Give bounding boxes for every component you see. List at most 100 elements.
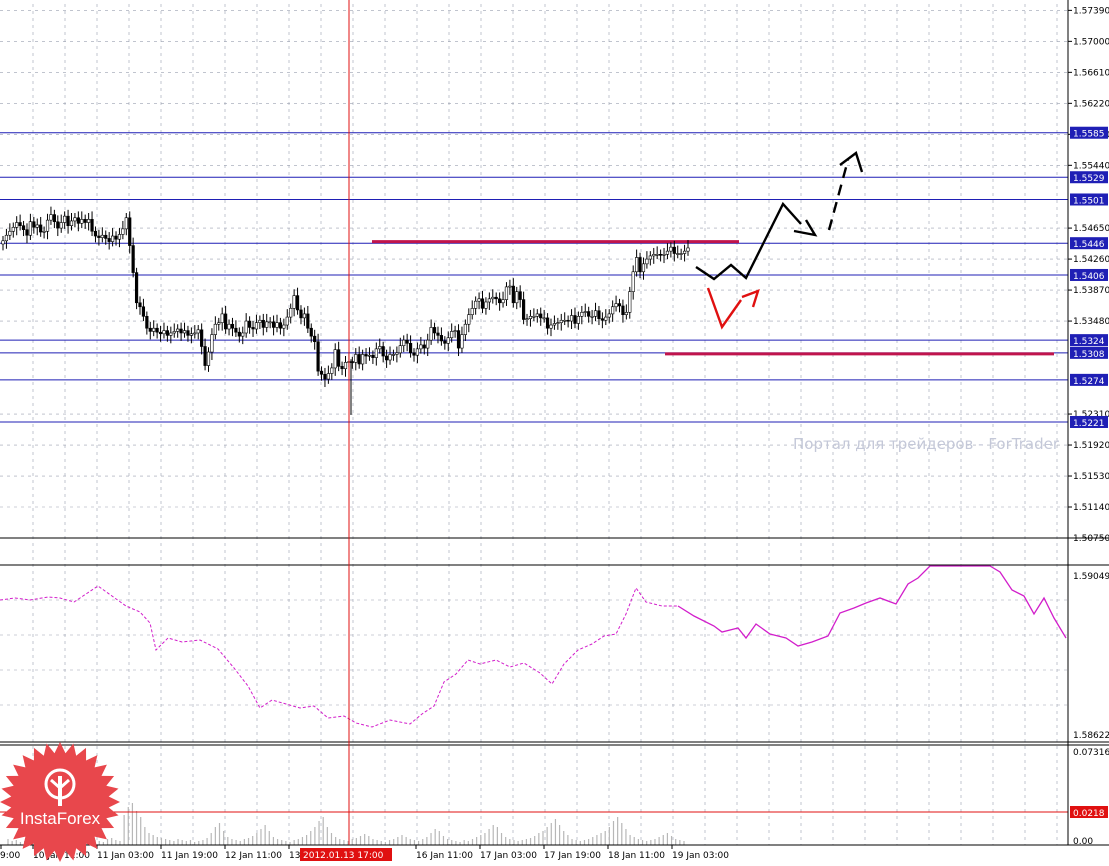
candle-body: [227, 323, 231, 330]
candle-body: [152, 327, 156, 332]
candle-body: [621, 305, 625, 316]
candle-body: [330, 367, 334, 374]
candle-body: [412, 352, 416, 356]
candle-body: [313, 335, 317, 343]
candle-body: [241, 332, 245, 337]
candle-body: [426, 339, 430, 349]
candle-body: [624, 312, 628, 316]
price-tick-label: 1.57390: [1073, 6, 1109, 16]
time-tick-label: 11 Jan 19:00: [161, 851, 218, 861]
candle-body: [21, 225, 26, 230]
candlesticks: [1, 206, 690, 415]
candle-body: [155, 327, 159, 333]
crosshair: 2012.01.13 17:00: [300, 0, 392, 861]
candle-body: [189, 333, 193, 336]
price-tick-label: 1.53870: [1073, 286, 1109, 296]
candle-body: [107, 238, 111, 242]
candle-body: [165, 330, 170, 336]
time-tick-label: 17 Jan 19:00: [544, 851, 601, 861]
level-tag-label: 1.5308: [1073, 350, 1105, 360]
candle-body: [193, 332, 197, 335]
candle-body: [128, 217, 132, 246]
candle-body: [97, 235, 101, 238]
candle-body: [80, 219, 84, 224]
price-tick-label: 1.53480: [1073, 317, 1109, 327]
candle-body: [145, 315, 149, 329]
candle-body: [343, 362, 348, 370]
candle-body: [539, 313, 543, 319]
candle-body: [614, 303, 618, 308]
volume-axis-bottom: 0.00: [1073, 837, 1093, 847]
candle-body: [501, 299, 505, 304]
candle-body: [611, 306, 615, 315]
candle-body: [213, 323, 217, 335]
candle-body: [237, 331, 241, 337]
candle-body: [580, 312, 584, 317]
candle-body: [28, 221, 33, 236]
candle-body: [261, 319, 265, 328]
candle-body: [333, 349, 337, 369]
candle-body: [682, 250, 687, 254]
level-tag-label: 1.5501: [1073, 196, 1105, 206]
price-tick-label: 1.51920: [1073, 441, 1109, 451]
brand-name: InstaForex: [20, 809, 101, 828]
price-tick-label: 1.50750: [1073, 534, 1109, 544]
instaforex-logo[interactable]: InstaForex: [0, 740, 120, 864]
time-tick-label: 18 Jan 11:00: [608, 851, 665, 861]
candle-body: [278, 322, 283, 329]
level-tag-label: 1.5324: [1073, 337, 1105, 347]
candle-body: [388, 354, 392, 361]
candle-body: [518, 291, 522, 300]
candle-body: [25, 229, 29, 236]
candle-body: [361, 354, 365, 365]
candle-body: [576, 315, 580, 324]
price-chart[interactable]: Портал для трейдеров - ForTrader 1.57390…: [0, 0, 1109, 866]
candle-body: [268, 321, 272, 324]
candle-body: [131, 245, 135, 273]
candle-body: [439, 335, 444, 342]
candle-body: [217, 322, 221, 325]
candle-body: [295, 295, 300, 311]
candle-body: [158, 331, 163, 335]
candle-body: [498, 298, 502, 304]
candle-body: [316, 341, 320, 372]
candle-body: [73, 217, 77, 222]
candle-body: [429, 327, 433, 341]
candle-body: [617, 303, 622, 307]
candle-body: [628, 291, 632, 313]
watermark: Портал для трейдеров - ForTrader: [793, 435, 1060, 453]
candle-body: [652, 254, 656, 257]
indicator-line-recent: [677, 565, 1067, 647]
candle-body: [672, 246, 676, 254]
candle-body: [408, 343, 413, 354]
candle-body: [477, 298, 481, 302]
candle-body: [121, 228, 125, 235]
indicator-axis-bottom: 1.58622: [1073, 731, 1109, 741]
candle-body: [402, 339, 406, 346]
candle-body: [521, 299, 526, 320]
level-tag-label: 1.5221: [1073, 419, 1105, 429]
candle-body: [69, 220, 74, 227]
level-tags: 1.5585 1.5529 1.5501 1.5446 1.5406 1.5324 1.53…: [1070, 126, 1108, 429]
candle-body: [450, 331, 454, 339]
candle-body: [504, 286, 509, 300]
candle-body: [230, 323, 235, 329]
candle-body: [480, 298, 485, 309]
horizontal-levels: [0, 132, 1068, 423]
candle-body: [456, 330, 461, 349]
candle-body: [179, 328, 183, 334]
candle-body: [556, 322, 560, 324]
volume-axis: 0.07316 0.0218 0.00: [1070, 748, 1109, 847]
candle-body: [590, 315, 594, 318]
candle-body: [254, 322, 259, 330]
candle-body: [289, 308, 293, 318]
candle-body: [648, 255, 652, 260]
candle-body: [391, 354, 396, 356]
level-tag-label: 1.5585: [1073, 130, 1105, 140]
candle-body: [134, 272, 139, 304]
candle-body: [275, 322, 279, 328]
candle-body: [532, 315, 536, 318]
candle-body: [141, 306, 146, 317]
candle-body: [569, 315, 574, 322]
indicator-axis: 1.59049 1.58622: [1073, 572, 1109, 741]
